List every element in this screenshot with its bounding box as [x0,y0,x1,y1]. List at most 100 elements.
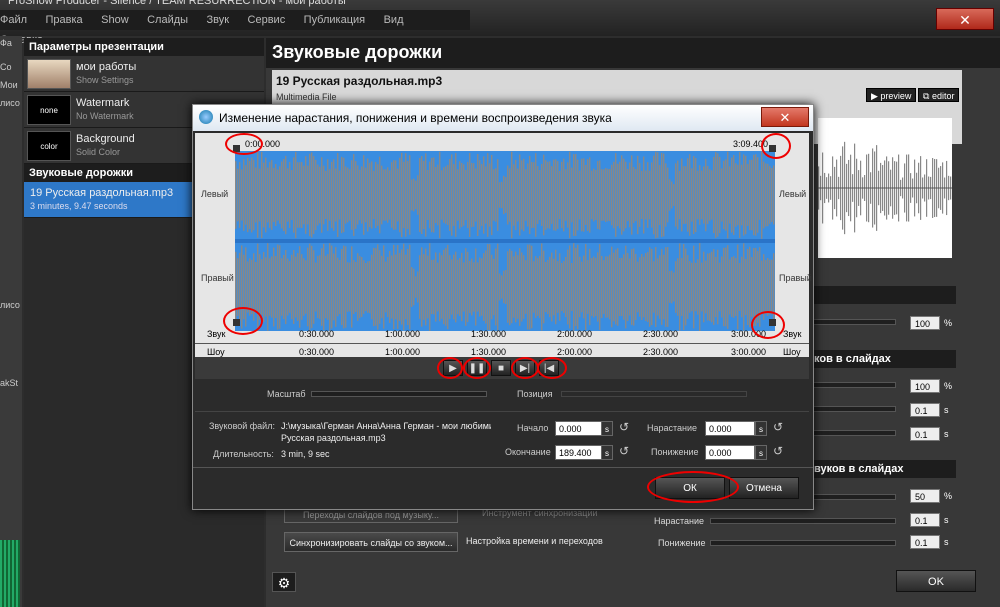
reset-icon[interactable]: ↺ [773,444,783,458]
wave-bar [389,170,391,220]
unit-label: % [944,381,953,391]
menu-item[interactable]: Звук [207,14,230,26]
wave-bar [373,247,375,327]
wave-bar [549,161,551,229]
wave-bar [459,257,461,317]
wave-bar [583,158,585,232]
slider[interactable] [710,518,896,524]
wave-bar [305,260,307,314]
wave-bar [365,167,367,223]
wave-bar [691,262,693,312]
reset-icon[interactable]: ↺ [773,420,783,434]
wave-bar [675,261,677,313]
wave-bar [687,255,689,319]
gear-icon[interactable]: ⚙ [272,572,296,592]
menu-item[interactable]: Сервис [248,14,286,26]
wave-bar [603,260,605,314]
wave-bar [651,248,653,326]
volume-field[interactable]: 100 [910,316,940,330]
wave-bar [723,247,725,327]
wave-bar [291,254,293,320]
wave-bar [749,246,751,328]
wave-bar [639,163,641,227]
value-field[interactable]: 100 [910,379,940,393]
menu-item[interactable]: Слайды [147,14,188,26]
wave-bar [347,167,349,223]
value-field[interactable]: 0.1 [910,535,940,549]
wave-bar [575,154,577,236]
wave-bar [635,253,637,321]
wave-bar [559,170,561,220]
wave-bar [413,268,415,306]
wave-bar [243,159,245,231]
waveform-area[interactable]: 0:00.000 3:09.400 Левый Правый Левый Пра… [195,133,812,363]
unit-label: s [944,515,949,525]
wave-bar [423,254,425,320]
value-field[interactable]: 0.1 [910,513,940,527]
end-label: Окончание [505,447,551,457]
wave-bar [685,248,687,326]
wave-bar [319,255,321,319]
reset-icon[interactable]: ↺ [619,420,629,434]
wave-bar [393,244,395,330]
window-close-button[interactable]: ✕ [936,8,994,30]
wave-bar [501,181,503,209]
editor-button[interactable]: ⧉ editor [918,88,960,102]
wave-bar [391,162,393,228]
sync-slides-button[interactable]: Синхронизировать слайды со звуком... [284,532,458,552]
annotation-circle [511,357,539,379]
value-field[interactable]: 0.1 [910,403,940,417]
fadein-input[interactable]: 0.000 [705,421,755,436]
zoom-slider[interactable] [311,391,487,397]
wave-bar [731,157,733,233]
wave-bar [577,244,579,330]
wave-bar [569,151,571,239]
wave-bar [727,245,729,329]
wave-bar [455,251,457,323]
menu-item[interactable]: Правка [46,14,83,26]
wave-bar [533,162,535,228]
position-slider[interactable] [561,391,747,397]
wave-bar [709,253,711,321]
sound-file-name: Русская раздольная.mp3 [281,433,386,443]
wave-bar [597,161,599,229]
menu-item[interactable]: Show [101,14,129,26]
wave-bar [655,247,657,327]
wave-bar [369,260,371,314]
wave-bar [699,243,701,331]
slider[interactable] [710,540,896,546]
wave-bar [329,169,331,221]
wave-bar [367,158,369,232]
dialog-close-button[interactable]: ✕ [761,107,809,127]
wave-bar [631,249,633,325]
wave-bar [517,168,519,222]
wave-bar [385,261,387,313]
menu-item[interactable]: Файл [0,14,27,26]
cancel-button[interactable]: Отмена [729,477,799,499]
menu-item[interactable]: Вид [384,14,404,26]
waveform-preview [818,118,952,258]
wave-bar [295,256,297,318]
value-field[interactable]: 0.1 [910,427,940,441]
wave-bar [341,156,343,234]
preview-label: preview [880,91,912,101]
value-field[interactable]: 50 [910,489,940,503]
end-input[interactable]: 189.400 [555,445,603,460]
item-subtitle: Solid Color [76,147,121,157]
wave-bar [287,168,289,222]
wave-bar [595,169,597,221]
reset-icon[interactable]: ↺ [619,444,629,458]
wave-bar [487,153,489,237]
stop-icon[interactable]: ■ [491,360,511,376]
main-ok-button[interactable]: OK [896,570,976,592]
fadeout-input[interactable]: 0.000 [705,445,755,460]
preview-button[interactable]: ▶ preview [866,88,917,102]
wave-bar [643,156,645,234]
wave-bar [463,164,465,226]
sidebar-item-show-settings[interactable]: мои работы Show Settings [24,56,264,92]
menu-item[interactable]: Публикация [304,14,365,26]
wave-bar [735,163,737,227]
wave-bar [747,164,749,226]
start-input[interactable]: 0.000 [555,421,603,436]
ruler-divider [195,343,809,344]
